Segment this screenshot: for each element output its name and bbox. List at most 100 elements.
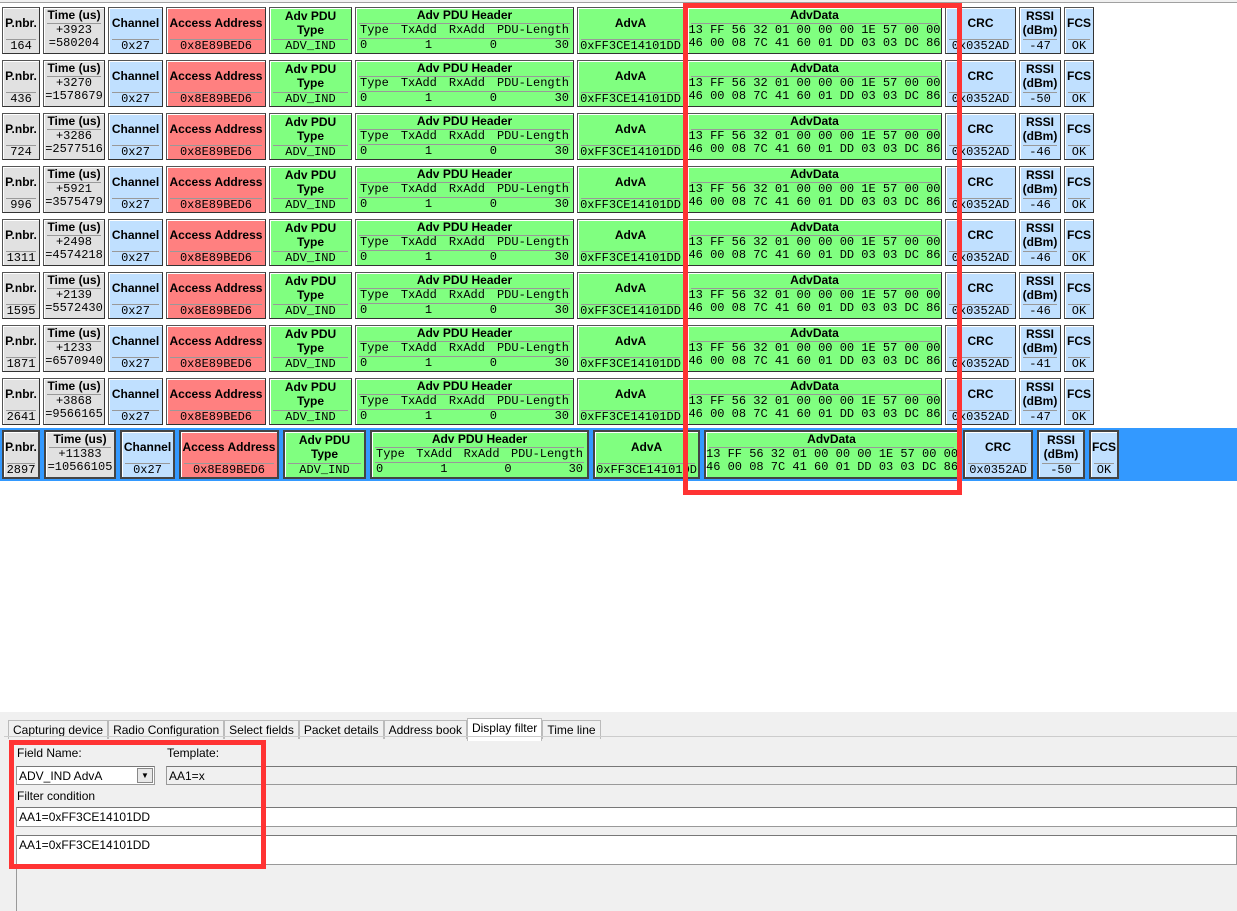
- packet-row[interactable]: P.nbr. 724 Time (us) +3286 =2577516 Channel 0x…: [0, 113, 1094, 162]
- pdu-header-cell[interactable]: Adv PDU Header Type TxAdd RxAdd PDU-Length 0 1…: [355, 166, 574, 213]
- pdu-header-cell[interactable]: Adv PDU Header Type TxAdd RxAdd PDU-Length 0 1…: [355, 7, 574, 54]
- access-address-cell[interactable]: Access Address 0x8E89BED6: [166, 378, 266, 425]
- time-cell[interactable]: Time (us) +3923 =580204: [43, 7, 105, 54]
- channel-cell[interactable]: Channel 0x27: [108, 378, 163, 425]
- fcs-cell[interactable]: FCS OK: [1064, 60, 1094, 107]
- crc-cell[interactable]: CRC 0x0352AD: [945, 325, 1016, 372]
- crc-cell[interactable]: CRC 0x0352AD: [945, 166, 1016, 213]
- crc-cell[interactable]: CRC 0x0352AD: [945, 272, 1016, 319]
- packet-row[interactable]: P.nbr. 164 Time (us) +3923 =580204 Channel 0x2…: [0, 7, 1094, 56]
- time-cell[interactable]: Time (us) +2139 =5572430: [43, 272, 105, 319]
- adva-cell[interactable]: AdvA 0xFF3CE14101DD: [577, 378, 684, 425]
- packet-row[interactable]: P.nbr. 2641 Time (us) +3868 =9566165 Channel 0…: [0, 378, 1094, 427]
- time-cell[interactable]: Time (us) +11383 =10566105: [44, 430, 116, 479]
- advdata-cell[interactable]: AdvData 13 FF 56 32 01 00 00 00 1E 57 00 …: [687, 113, 942, 160]
- access-address-cell[interactable]: Access Address 0x8E89BED6: [166, 325, 266, 372]
- pnbr-cell[interactable]: P.nbr. 1871: [2, 325, 40, 372]
- pnbr-cell[interactable]: P.nbr. 996: [2, 166, 40, 213]
- rssi-cell[interactable]: RSSI (dBm) -46: [1019, 219, 1061, 266]
- advdata-cell[interactable]: AdvData 13 FF 56 32 01 00 00 00 1E 57 00 …: [687, 7, 942, 54]
- packet-row-selected[interactable]: P.nbr. 2897 Time (us) +11383 =10566105 Channe…: [0, 428, 1237, 481]
- access-address-cell[interactable]: Access Address 0x8E89BED6: [166, 272, 266, 319]
- channel-cell[interactable]: Channel 0x27: [120, 430, 175, 479]
- adva-cell[interactable]: AdvA 0xFF3CE14101DD: [577, 325, 684, 372]
- adva-cell[interactable]: AdvA 0xFF3CE14101DD: [577, 60, 684, 107]
- time-cell[interactable]: Time (us) +3286 =2577516: [43, 113, 105, 160]
- rssi-cell[interactable]: RSSI (dBm) -41: [1019, 325, 1061, 372]
- crc-cell[interactable]: CRC 0x0352AD: [963, 430, 1033, 479]
- pdu-type-cell[interactable]: Adv PDU Type ADV_IND: [269, 272, 352, 319]
- advdata-cell[interactable]: AdvData 13 FF 56 32 01 00 00 00 1E 57 00 …: [687, 219, 942, 266]
- template-field[interactable]: AA1=x: [166, 766, 1237, 785]
- packet-row[interactable]: P.nbr. 1311 Time (us) +2498 =4574218 Channel 0…: [0, 219, 1094, 268]
- pdu-header-cell[interactable]: Adv PDU Header Type TxAdd RxAdd PDU-Length 0 1…: [370, 430, 589, 479]
- rssi-cell[interactable]: RSSI (dBm) -47: [1019, 378, 1061, 425]
- access-address-cell[interactable]: Access Address 0x8E89BED6: [166, 219, 266, 266]
- pdu-type-cell[interactable]: Adv PDU Type ADV_IND: [269, 60, 352, 107]
- access-address-cell[interactable]: Access Address 0x8E89BED6: [166, 166, 266, 213]
- advdata-cell[interactable]: AdvData 13 FF 56 32 01 00 00 00 1E 57 00 …: [704, 430, 959, 479]
- adva-cell[interactable]: AdvA 0xFF3CE14101DD: [577, 272, 684, 319]
- fcs-cell[interactable]: FCS OK: [1064, 166, 1094, 213]
- pnbr-cell[interactable]: P.nbr. 164: [2, 7, 40, 54]
- fcs-cell[interactable]: FCS OK: [1064, 7, 1094, 54]
- adva-cell[interactable]: AdvA 0xFF3CE14101DD: [577, 113, 684, 160]
- access-address-cell[interactable]: Access Address 0x8E89BED6: [166, 113, 266, 160]
- fcs-cell[interactable]: FCS OK: [1064, 219, 1094, 266]
- advdata-cell[interactable]: AdvData 13 FF 56 32 01 00 00 00 1E 57 00 …: [687, 378, 942, 425]
- crc-cell[interactable]: CRC 0x0352AD: [945, 113, 1016, 160]
- pnbr-cell[interactable]: P.nbr. 436: [2, 60, 40, 107]
- pdu-type-cell[interactable]: Adv PDU Type ADV_IND: [269, 325, 352, 372]
- rssi-cell[interactable]: RSSI (dBm) -46: [1019, 113, 1061, 160]
- adva-cell[interactable]: AdvA 0xFF3CE14101DD: [593, 430, 700, 479]
- channel-cell[interactable]: Channel 0x27: [108, 272, 163, 319]
- rssi-cell[interactable]: RSSI (dBm) -46: [1019, 166, 1061, 213]
- packet-row[interactable]: P.nbr. 1871 Time (us) +1233 =6570940 Channel 0…: [0, 325, 1094, 374]
- advdata-cell[interactable]: AdvData 13 FF 56 32 01 00 00 00 1E 57 00 …: [687, 325, 942, 372]
- advdata-cell[interactable]: AdvData 13 FF 56 32 01 00 00 00 1E 57 00 …: [687, 166, 942, 213]
- fcs-cell[interactable]: FCS OK: [1064, 325, 1094, 372]
- field-name-dropdown[interactable]: ADV_IND AdvA ▼: [16, 766, 155, 785]
- applied-filter-text[interactable]: AA1=0xFF3CE14101DD: [16, 835, 1237, 865]
- fcs-cell[interactable]: FCS OK: [1064, 113, 1094, 160]
- pdu-header-cell[interactable]: Adv PDU Header Type TxAdd RxAdd PDU-Length 0 1…: [355, 325, 574, 372]
- packet-row[interactable]: P.nbr. 436 Time (us) +3270 =1578679 Channel 0x…: [0, 60, 1094, 109]
- advdata-cell[interactable]: AdvData 13 FF 56 32 01 00 00 00 1E 57 00 …: [687, 272, 942, 319]
- pdu-header-cell[interactable]: Adv PDU Header Type TxAdd RxAdd PDU-Length 0 1…: [355, 60, 574, 107]
- crc-cell[interactable]: CRC 0x0352AD: [945, 60, 1016, 107]
- access-address-cell[interactable]: Access Address 0x8E89BED6: [166, 7, 266, 54]
- pdu-header-cell[interactable]: Adv PDU Header Type TxAdd RxAdd PDU-Length 0 1…: [355, 378, 574, 425]
- rssi-cell[interactable]: RSSI (dBm) -50: [1037, 430, 1085, 479]
- fcs-cell[interactable]: FCS OK: [1064, 378, 1094, 425]
- pnbr-cell[interactable]: P.nbr. 1311: [2, 219, 40, 266]
- packet-row[interactable]: P.nbr. 1595 Time (us) +2139 =5572430 Channel 0…: [0, 272, 1094, 321]
- pnbr-cell[interactable]: P.nbr. 724: [2, 113, 40, 160]
- filter-condition-input[interactable]: AA1=0xFF3CE14101DD: [16, 807, 1237, 827]
- pdu-header-cell[interactable]: Adv PDU Header Type TxAdd RxAdd PDU-Length 0 1…: [355, 219, 574, 266]
- crc-cell[interactable]: CRC 0x0352AD: [945, 7, 1016, 54]
- chevron-down-icon[interactable]: ▼: [137, 768, 153, 783]
- channel-cell[interactable]: Channel 0x27: [108, 325, 163, 372]
- pdu-type-cell[interactable]: Adv PDU Type ADV_IND: [269, 166, 352, 213]
- crc-cell[interactable]: CRC 0x0352AD: [945, 378, 1016, 425]
- pdu-type-cell[interactable]: Adv PDU Type ADV_IND: [269, 378, 352, 425]
- channel-cell[interactable]: Channel 0x27: [108, 7, 163, 54]
- packet-row[interactable]: P.nbr. 996 Time (us) +5921 =3575479 Channel 0x…: [0, 166, 1094, 215]
- channel-cell[interactable]: Channel 0x27: [108, 166, 163, 213]
- adva-cell[interactable]: AdvA 0xFF3CE14101DD: [577, 219, 684, 266]
- channel-cell[interactable]: Channel 0x27: [108, 113, 163, 160]
- access-address-cell[interactable]: Access Address 0x8E89BED6: [179, 430, 279, 479]
- adva-cell[interactable]: AdvA 0xFF3CE14101DD: [577, 166, 684, 213]
- rssi-cell[interactable]: RSSI (dBm) -47: [1019, 7, 1061, 54]
- time-cell[interactable]: Time (us) +3270 =1578679: [43, 60, 105, 107]
- pdu-type-cell[interactable]: Adv PDU Type ADV_IND: [283, 430, 366, 479]
- time-cell[interactable]: Time (us) +5921 =3575479: [43, 166, 105, 213]
- fcs-cell[interactable]: FCS OK: [1089, 430, 1119, 479]
- tab-display-filter[interactable]: Display filter: [466, 718, 543, 741]
- pdu-type-cell[interactable]: Adv PDU Type ADV_IND: [269, 219, 352, 266]
- time-cell[interactable]: Time (us) +2498 =4574218: [43, 219, 105, 266]
- pdu-type-cell[interactable]: Adv PDU Type ADV_IND: [269, 113, 352, 160]
- channel-cell[interactable]: Channel 0x27: [108, 219, 163, 266]
- fcs-cell[interactable]: FCS OK: [1064, 272, 1094, 319]
- adva-cell[interactable]: AdvA 0xFF3CE14101DD: [577, 7, 684, 54]
